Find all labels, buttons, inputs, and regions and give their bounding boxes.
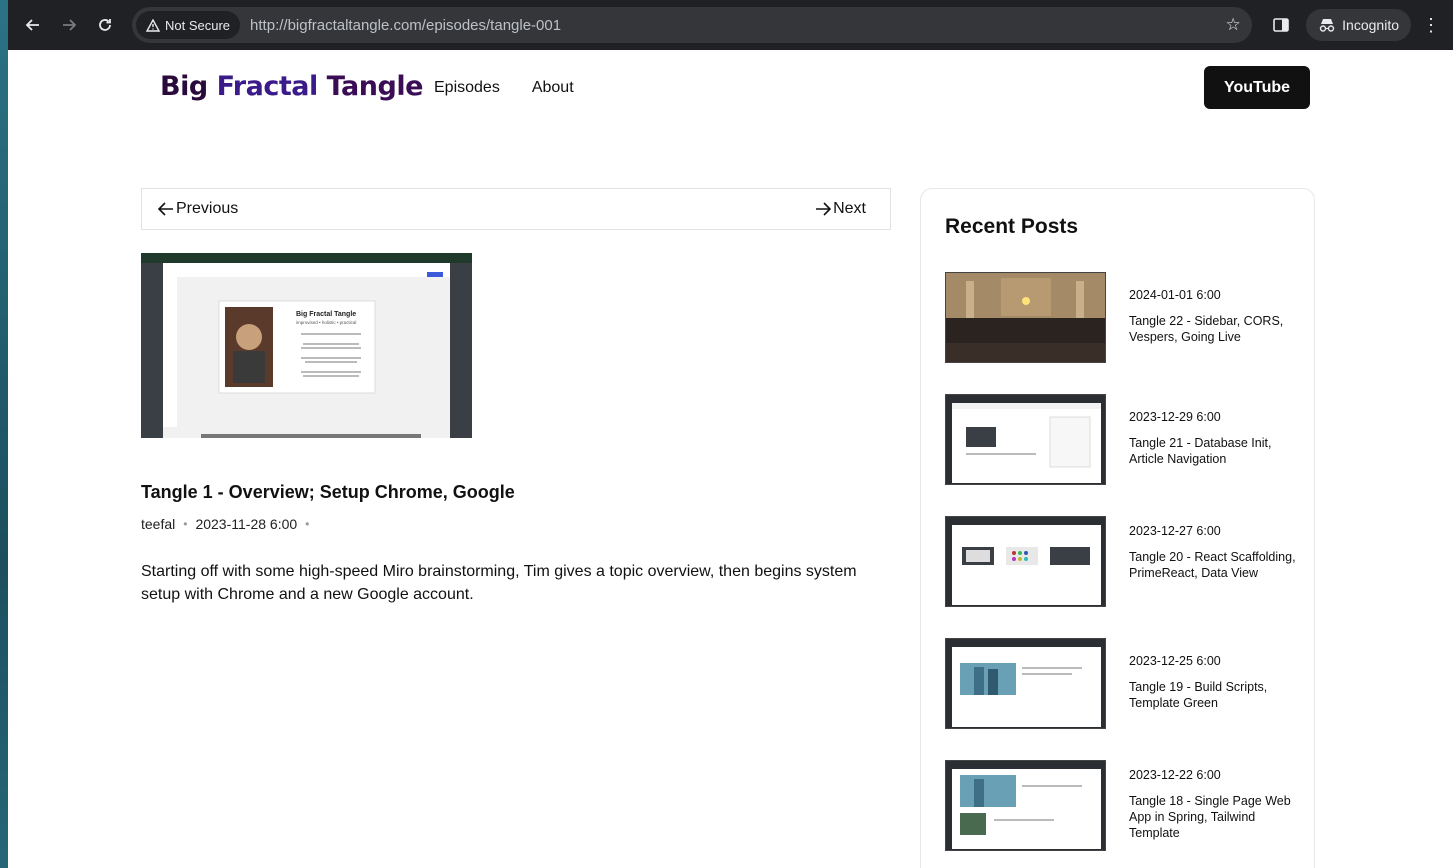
recent-post-item[interactable]: 2023-12-22 6:00 Tangle 18 - Single Page … (945, 760, 1295, 852)
next-label: Next (833, 200, 866, 217)
recent-post-thumbnail[interactable] (945, 394, 1106, 485)
browser-toolbar: Not Secure http://bigfractaltangle.com/e… (8, 0, 1453, 50)
security-indicator[interactable]: Not Secure (136, 11, 241, 39)
next-link[interactable]: Next (815, 200, 866, 218)
reload-icon (99, 19, 111, 31)
previous-link[interactable]: Previous (158, 200, 238, 218)
recent-post-title[interactable]: Tangle 18 - Single Page Web App in Sprin… (1129, 793, 1299, 841)
sidebar-title: Recent Posts (945, 215, 1079, 238)
arrow-left-icon (158, 202, 173, 216)
thumbnail-card-subtitle: improvised • holistic • practical (296, 320, 356, 325)
bookmark-star-icon[interactable]: ☆ (1218, 15, 1248, 35)
article-thumbnail[interactable]: Big Fractal Tangle improvised • holistic… (141, 253, 472, 438)
recent-post-date: 2024-01-01 6:00 (1129, 288, 1221, 302)
side-panel-button[interactable] (1266, 10, 1296, 40)
site-logo[interactable]: Big Fractal Tangle (160, 71, 423, 102)
incognito-label: Incognito (1342, 17, 1399, 33)
arrow-right-icon (63, 19, 77, 31)
main-nav: Episodes About (434, 79, 574, 97)
recent-posts-sidebar: Recent Posts 2024-01-01 6:00 Tangle 22 -… (920, 188, 1315, 868)
article-navigation: Previous Next (141, 188, 891, 230)
recent-post-thumbnail[interactable] (945, 638, 1106, 729)
previous-label: Previous (176, 200, 239, 217)
recent-post-title[interactable]: Tangle 20 - React Scaffolding, PrimeReac… (1129, 549, 1299, 581)
thumbnail-image: Big Fractal Tangle improvised • holistic… (141, 253, 472, 438)
recent-post-title[interactable]: Tangle 21 - Database Init, Article Navig… (1129, 435, 1299, 467)
post-author[interactable]: teefal (141, 516, 175, 532)
recent-post-date: 2023-12-25 6:00 (1129, 654, 1221, 668)
site-header: Big Fractal Tangle Episodes About YouTub… (8, 50, 1453, 130)
nav-link-about[interactable]: About (532, 79, 574, 97)
recent-post-thumbnail[interactable] (945, 272, 1106, 363)
meta-separator: • (305, 517, 310, 531)
browser-window: Not Secure http://bigfractaltangle.com/e… (8, 0, 1453, 868)
youtube-button[interactable]: YouTube (1204, 66, 1310, 109)
address-bar[interactable]: Not Secure http://bigfractaltangle.com/e… (132, 7, 1253, 43)
incognito-profile-button[interactable]: Incognito (1306, 9, 1411, 41)
nav-link-episodes[interactable]: Episodes (434, 79, 500, 97)
recent-post-item[interactable]: 2024-01-01 6:00 Tangle 22 - Sidebar, COR… (945, 272, 1295, 364)
reload-button[interactable] (90, 10, 120, 40)
web-page: Big Fractal Tangle Episodes About YouTub… (8, 50, 1453, 868)
logo-word-big: Big (160, 71, 208, 102)
recent-post-date: 2023-12-27 6:00 (1129, 524, 1221, 538)
logo-word-fractal: Fractal (216, 71, 319, 102)
post-title[interactable]: Tangle 1 - Overview; Setup Chrome, Googl… (141, 482, 515, 503)
post-meta: teefal • 2023-11-28 6:00 • (141, 516, 309, 532)
security-label: Not Secure (165, 17, 231, 33)
recent-post-item[interactable]: 2023-12-25 6:00 Tangle 19 - Build Script… (945, 638, 1295, 730)
meta-separator: • (183, 517, 188, 531)
back-button[interactable] (18, 10, 48, 40)
browser-menu-icon[interactable]: ⋮ (1419, 15, 1443, 36)
forward-button[interactable] (54, 10, 84, 40)
recent-post-item[interactable]: 2023-12-27 6:00 Tangle 20 - React Scaffo… (945, 516, 1296, 608)
url-text[interactable]: http://bigfractaltangle.com/episodes/tan… (250, 17, 561, 34)
side-panel-icon (1273, 18, 1289, 32)
post-date: 2023-11-28 6:00 (195, 516, 298, 532)
logo-word-tangle: Tangle (326, 71, 424, 102)
arrow-left-icon (25, 19, 39, 31)
recent-post-thumbnail[interactable] (945, 760, 1106, 851)
recent-post-title[interactable]: Tangle 22 - Sidebar, CORS, Vespers, Goin… (1129, 313, 1299, 345)
recent-post-date: 2023-12-22 6:00 (1129, 768, 1221, 782)
arrow-right-icon (816, 202, 832, 216)
incognito-icon (1319, 19, 1335, 32)
recent-post-title[interactable]: Tangle 19 - Build Scripts, Template Gree… (1129, 679, 1299, 711)
post-excerpt: Starting off with some high-speed Miro b… (141, 563, 857, 603)
thumbnail-card-title: Big Fractal Tangle (296, 311, 356, 318)
recent-post-item[interactable]: 2023-12-29 6:00 Tangle 21 - Database Ini… (945, 394, 1295, 486)
recent-post-thumbnail[interactable] (945, 516, 1106, 607)
warning-icon (146, 18, 160, 32)
recent-post-date: 2023-12-29 6:00 (1129, 410, 1221, 424)
